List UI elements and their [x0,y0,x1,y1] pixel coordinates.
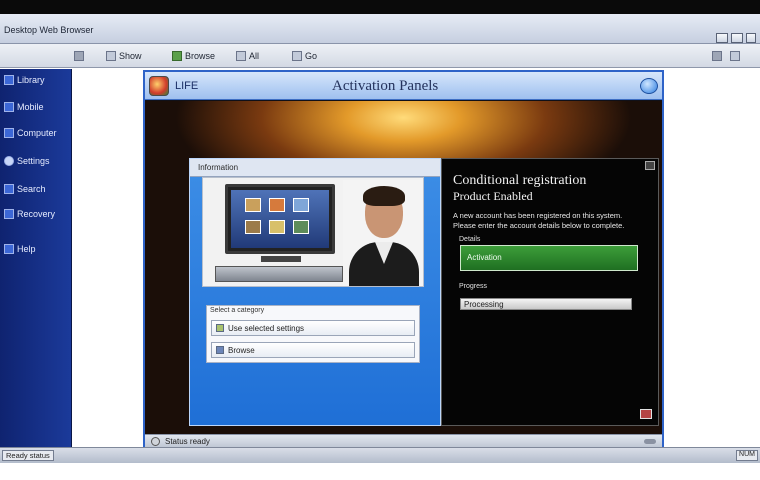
computer-icon [4,128,14,138]
sidebar-item-library[interactable]: Library [4,75,45,85]
status-icon [151,437,160,446]
sidebar-item-search[interactable]: Search [4,184,46,194]
activation-subheading: Product Enabled [453,189,533,203]
toolbar-item-all[interactable]: All [236,49,259,63]
help-icon[interactable] [640,78,658,94]
folder-icon [4,75,14,85]
toolbar-refresh-icon[interactable] [730,49,740,63]
sidebar-item-computer[interactable]: Computer [4,128,57,138]
app-window: LIFE Activation Panels Information Selec… [143,70,664,448]
gear-icon [4,156,14,166]
sidebar-item-settings[interactable]: Settings [4,156,50,166]
go-icon [292,51,302,61]
activation-description-1: A new account has been registered on thi… [453,211,623,220]
status-indicator: NUM [736,450,758,461]
window-title: Desktop Web Browser [4,25,94,35]
progress-label: Progress [459,283,488,290]
activation-panel: Conditional registration Product Enabled… [441,158,659,426]
product-image [202,177,424,287]
list-item[interactable]: Browse [211,342,415,358]
info-panel-header: Information [190,159,440,177]
keyboard-illustration [215,266,343,282]
sidebar-item-recovery[interactable]: Recovery [4,209,55,219]
browse-icon [216,346,224,354]
flag-icon[interactable] [640,409,652,419]
bottom-strip [0,463,760,480]
progress-field: Processing [460,298,632,310]
device-icon [4,102,14,112]
close-button[interactable] [746,33,756,43]
help-icon [4,244,14,254]
search-icon [4,184,14,194]
list-item[interactable]: Use selected settings [211,320,415,336]
toolbar-options-icon[interactable] [712,49,722,63]
app-logo-icon [149,76,169,96]
toolbar-item-go[interactable]: Go [292,49,317,63]
category-list-label: Select a category [210,307,265,314]
maximize-button[interactable] [731,33,743,43]
check-icon [216,324,224,332]
resize-grip[interactable] [644,439,656,444]
browse-icon [172,51,182,61]
grid-icon [236,51,246,61]
status-bar: Ready status NUM [0,447,760,463]
app-title: Activation Panels [332,78,439,94]
activation-heading: Conditional registration [453,173,587,188]
category-list: Select a category Use selected settings … [206,305,420,363]
app-short-label: LIFE [175,80,199,92]
app-status-text: Status ready [165,437,210,446]
activation-description-2: Please enter the account details below t… [453,221,625,230]
info-panel-title: Information [198,163,239,172]
recovery-icon [4,209,14,219]
sidebar-item-mobile[interactable]: Mobile [4,102,44,112]
toolbar: Show Browse All Go [0,44,760,68]
status-text: Ready status [2,450,54,461]
window-titlebar: Desktop Web Browser [0,14,760,44]
sidebar: Library Mobile Computer Settings Search … [0,69,72,447]
app-titlebar: LIFE Activation Panels [145,72,662,100]
close-icon[interactable] [645,161,655,170]
toolbar-item-browse[interactable]: Browse [172,49,215,63]
activate-button[interactable]: Activation [460,245,638,271]
minimize-button[interactable] [716,33,728,43]
sidebar-item-help[interactable]: Help [4,244,36,254]
toolbar-back-icon[interactable] [74,49,84,63]
person-photo [343,180,423,286]
info-panel: Information Select a category Use select… [189,158,441,426]
monitor-illustration [225,184,335,254]
app-status-bar: Status ready [145,434,662,448]
toolbar-item-show[interactable]: Show [106,49,142,63]
app-background: Information Select a category Use select… [145,101,662,434]
top-strip [0,0,760,14]
details-label: Details [459,236,481,243]
eye-icon [106,51,116,61]
